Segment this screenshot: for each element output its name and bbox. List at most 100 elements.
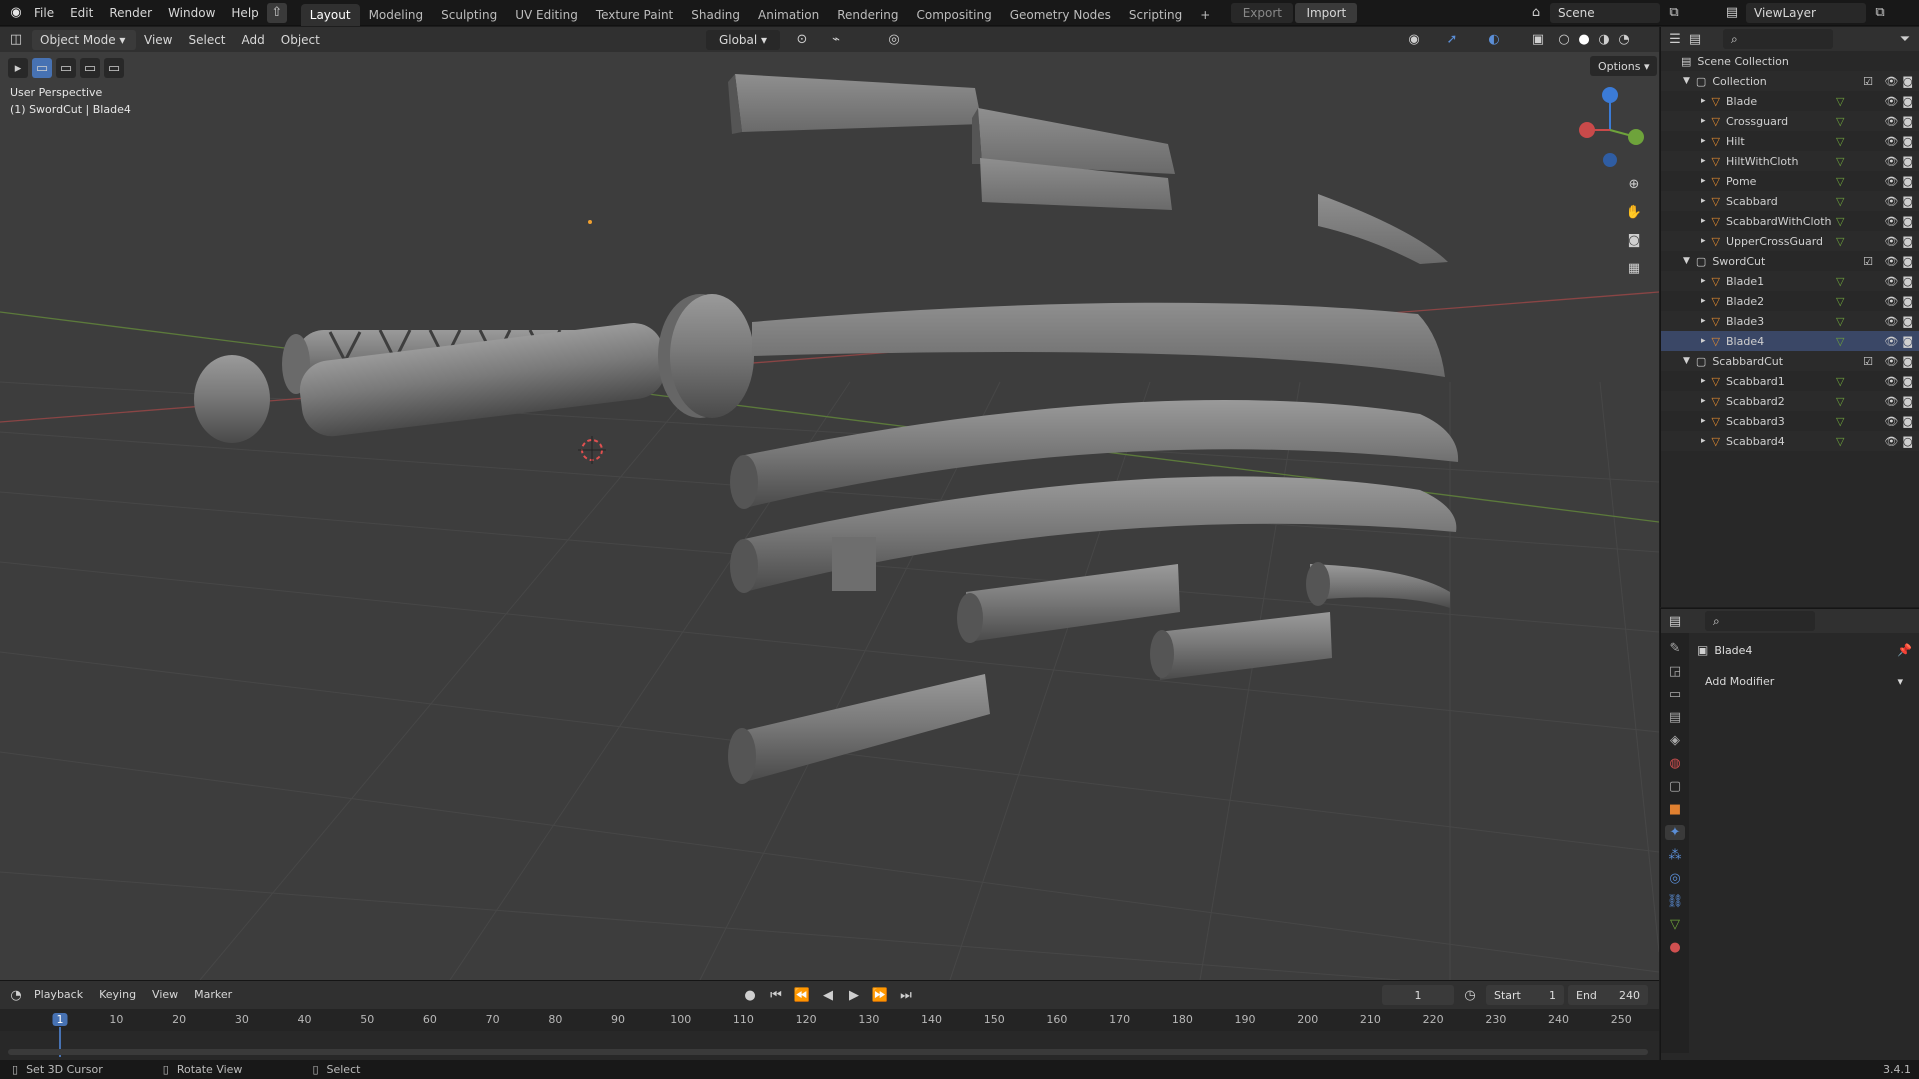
tab-scripting[interactable]: Scripting <box>1120 4 1191 26</box>
collapse-arrow-icon[interactable]: ▸ <box>1701 296 1706 306</box>
camera-render-icon[interactable]: ◙ <box>1902 175 1913 188</box>
tree-object-item[interactable]: ▸ ▽ Scabbard1 ▽ 👁 ◙ <box>1661 371 1919 391</box>
tab-texture-paint[interactable]: Texture Paint <box>587 4 682 26</box>
properties-editor-icon[interactable]: ▤ <box>1665 611 1685 631</box>
tree-object-item[interactable]: ▸ ▽ Scabbard4 ▽ 👁 ◙ <box>1661 431 1919 451</box>
tab-uv-editing[interactable]: UV Editing <box>506 4 587 26</box>
new-scene-icon[interactable]: ⧉ <box>1664 3 1684 23</box>
eye-icon[interactable]: 👁 <box>1884 155 1898 168</box>
eye-icon[interactable]: 👁 <box>1884 215 1898 228</box>
overlay-icon[interactable]: ◐ <box>1484 30 1504 50</box>
import-button[interactable]: Import <box>1295 2 1358 23</box>
gizmo-icon[interactable]: ➚ <box>1442 30 1462 50</box>
camera-render-icon[interactable]: ◙ <box>1902 315 1913 328</box>
tab-rendering[interactable]: Rendering <box>828 4 907 26</box>
output-tab-icon[interactable]: ▭ <box>1665 687 1685 702</box>
physics-tab-icon[interactable]: ◎ <box>1665 871 1685 886</box>
expand-arrow-icon[interactable]: ▼ <box>1683 256 1690 266</box>
view-layer-tab-icon[interactable]: ▤ <box>1665 710 1685 725</box>
display-mode-icon[interactable]: ▤ <box>1685 29 1705 49</box>
timeline-menu-keying[interactable]: Keying <box>91 982 144 1008</box>
collapse-arrow-icon[interactable]: ▸ <box>1701 176 1706 186</box>
eye-icon[interactable]: 👁 <box>1884 255 1898 268</box>
outliner-search-input[interactable]: ⌕ <box>1723 29 1833 49</box>
eye-icon[interactable]: 👁 <box>1884 295 1898 308</box>
tab-animation[interactable]: Animation <box>749 4 828 26</box>
add-modifier-dropdown[interactable]: Add Modifier ▾ <box>1697 671 1911 691</box>
eye-icon[interactable]: 👁 <box>1884 115 1898 128</box>
expand-arrow-icon[interactable]: ▼ <box>1683 356 1690 366</box>
select-subtract-icon[interactable]: ▭ <box>80 58 100 78</box>
tree-collection[interactable]: ▼ ▢ ScabbardCut ☑ 👁 ◙ <box>1661 351 1919 371</box>
camera-render-icon[interactable]: ◙ <box>1902 215 1913 228</box>
tab-shading[interactable]: Shading <box>682 4 749 26</box>
eye-icon[interactable]: 👁 <box>1884 235 1898 248</box>
timeline-scrollbar[interactable] <box>8 1049 1648 1055</box>
camera-render-icon[interactable]: ◙ <box>1902 235 1913 248</box>
prev-keyframe-icon[interactable]: ⏪ <box>792 985 812 1005</box>
scene-tab-icon[interactable]: ◈ <box>1665 733 1685 748</box>
jump-end-icon[interactable]: ⏭ <box>896 985 916 1005</box>
export-button[interactable]: Export <box>1231 2 1294 23</box>
collapse-arrow-icon[interactable]: ▸ <box>1701 216 1706 226</box>
tree-object-item[interactable]: ▸ ▽ ScabbardWithCloth ▽ 👁 ◙ <box>1661 211 1919 231</box>
checkbox-icon[interactable]: ☑ <box>1863 255 1873 268</box>
end-frame-field[interactable]: End 240 <box>1568 985 1648 1005</box>
current-frame-field[interactable]: 1 <box>1382 985 1454 1005</box>
select-tool-icon[interactable]: ▸ <box>8 58 28 78</box>
collapse-arrow-icon[interactable]: ▸ <box>1701 136 1706 146</box>
collapse-arrow-icon[interactable]: ▸ <box>1701 436 1706 446</box>
tab-layout[interactable]: Layout <box>300 3 360 26</box>
shading-material-icon[interactable]: ◑ <box>1594 30 1614 50</box>
checkbox-icon[interactable]: ☑ <box>1863 355 1873 368</box>
eye-icon[interactable]: 👁 <box>1884 435 1898 448</box>
menu-edit[interactable]: Edit <box>62 0 101 26</box>
particles-tab-icon[interactable]: ⁂ <box>1665 848 1685 863</box>
timeline-menu-playback[interactable]: Playback <box>26 982 91 1008</box>
shading-rendered-icon[interactable]: ◔ <box>1614 30 1634 50</box>
visibility-icon[interactable]: ◉ <box>1404 30 1424 50</box>
eye-icon[interactable]: 👁 <box>1884 395 1898 408</box>
tree-object-item[interactable]: ▸ ▽ Scabbard2 ▽ 👁 ◙ <box>1661 391 1919 411</box>
tree-collection[interactable]: ▼ ▢ Collection ☑ 👁 ◙ <box>1661 71 1919 91</box>
eye-icon[interactable]: 👁 <box>1884 375 1898 388</box>
outliner-editor-icon[interactable]: ☰ <box>1665 29 1685 49</box>
mode-dropdown[interactable]: Object Mode ▾ <box>32 29 136 50</box>
tree-object-item[interactable]: ▸ ▽ HiltWithCloth ▽ 👁 ◙ <box>1661 151 1919 171</box>
collapse-arrow-icon[interactable]: ▸ <box>1701 156 1706 166</box>
eye-icon[interactable]: 👁 <box>1884 195 1898 208</box>
menu-render[interactable]: Render <box>101 0 160 26</box>
collection-tab-icon[interactable]: ▢ <box>1665 779 1685 794</box>
tab-compositing[interactable]: Compositing <box>907 4 1000 26</box>
collapse-arrow-icon[interactable]: ▸ <box>1701 376 1706 386</box>
properties-search-input[interactable]: ⌕ <box>1705 611 1815 631</box>
collapse-arrow-icon[interactable]: ▸ <box>1701 416 1706 426</box>
eye-icon[interactable]: 👁 <box>1884 135 1898 148</box>
tree-object-item[interactable]: ▸ ▽ Blade ▽ 👁 ◙ <box>1661 91 1919 111</box>
grid-view-icon[interactable]: ▦ <box>1624 258 1644 278</box>
select-box-icon[interactable]: ▭ <box>32 58 52 78</box>
tree-scene-collection[interactable]: ▤ Scene Collection <box>1661 51 1919 71</box>
tree-object-item[interactable]: ▸ ▽ UpperCrossGuard ▽ 👁 ◙ <box>1661 231 1919 251</box>
camera-render-icon[interactable]: ◙ <box>1902 255 1913 268</box>
camera-render-icon[interactable]: ◙ <box>1902 415 1913 428</box>
camera-render-icon[interactable]: ◙ <box>1902 295 1913 308</box>
camera-render-icon[interactable]: ◙ <box>1902 135 1913 148</box>
navigation-gizmo[interactable] <box>1579 87 1644 167</box>
collapse-arrow-icon[interactable]: ▸ <box>1701 316 1706 326</box>
collapse-arrow-icon[interactable]: ▸ <box>1701 276 1706 286</box>
timeline-editor-icon[interactable]: ◔ <box>6 985 26 1005</box>
camera-render-icon[interactable]: ◙ <box>1902 115 1913 128</box>
zoom-icon[interactable]: ⊕ <box>1624 174 1644 194</box>
camera-icon[interactable]: ◙ <box>1624 230 1644 250</box>
camera-render-icon[interactable]: ◙ <box>1902 395 1913 408</box>
pin-icon[interactable]: 📌 <box>1897 643 1912 657</box>
tree-object-item[interactable]: ▸ ▽ Blade2 ▽ 👁 ◙ <box>1661 291 1919 311</box>
new-view-layer-icon[interactable]: ⧉ <box>1870 3 1890 23</box>
viewport-menu-select[interactable]: Select <box>180 27 233 53</box>
upload-icon[interactable]: ⇧ <box>266 2 287 23</box>
shading-wireframe-icon[interactable]: ○ <box>1554 30 1574 50</box>
pivot-icon[interactable]: ⊙ <box>792 30 812 50</box>
tree-collection[interactable]: ▼ ▢ SwordCut ☑ 👁 ◙ <box>1661 251 1919 271</box>
world-tab-icon[interactable]: ◍ <box>1665 756 1685 771</box>
